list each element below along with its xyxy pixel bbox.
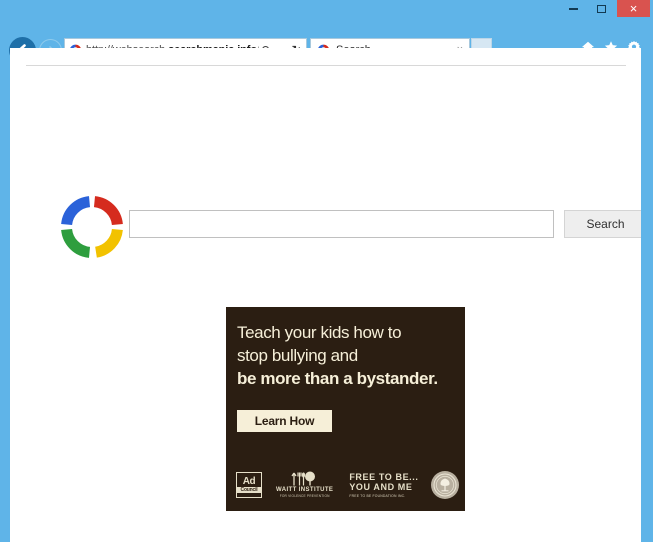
close-window-button[interactable]: × [617,0,650,17]
search-button[interactable]: Search [564,210,641,238]
page-viewport: Search Teach your kids how to stop bully… [10,48,641,542]
maximize-icon [596,4,606,13]
waitt-tree-icon [290,471,320,486]
minimize-button[interactable] [559,0,587,17]
ad-headline-line-2: stop bullying and [237,346,358,365]
browser-window: × Search Teach your kids how to stop bul… [0,0,653,542]
advertisement-banner[interactable]: Teach your kids how to stop bullying and… [226,307,465,511]
ad-headline-line-3: be more than a bystander. [237,369,438,388]
ad-learn-how-button[interactable]: Learn How [237,410,332,432]
waitt-institute-tagline: FOR VIOLENCE PREVENTION [279,494,330,498]
ad-headline: Teach your kids how to stop bullying and… [237,321,455,390]
maximize-button[interactable] [587,0,615,17]
free-to-be-line-1: FREE TO BE... [349,471,419,482]
tree-seal-logo [431,471,460,499]
ad-council-logo: Ad Council [236,472,262,498]
search-input[interactable] [129,210,554,238]
close-icon: × [629,1,638,16]
ad-headline-line-1: Teach your kids how to [237,323,402,342]
page-separator-rule [26,65,626,66]
title-bar: × [0,0,653,18]
navigation-bar: http://websearch.searchmania.info/?r=N6 … [0,18,653,64]
free-to-be-logo: FREE TO BE... YOU AND ME FREE TO BE FOUN… [349,472,418,499]
ad-council-top-text: Ad [242,476,256,487]
free-to-be-subtitle: FREE TO BE FOUNDATION INC. [349,493,406,498]
minimize-icon [568,7,578,10]
searchmania-ring-logo [61,196,123,258]
waitt-institute-logo: WAITT INSTITUTE FOR VIOLENCE PREVENTION [276,471,333,499]
ad-council-bottom-text: Council [237,487,261,493]
free-to-be-line-2: YOU AND ME [349,481,413,492]
ad-sponsor-logos: Ad Council WAITT INSTITUTE FOR VIOLENCE … [236,468,460,502]
waitt-institute-name: WAITT INSTITUTE [276,487,334,493]
